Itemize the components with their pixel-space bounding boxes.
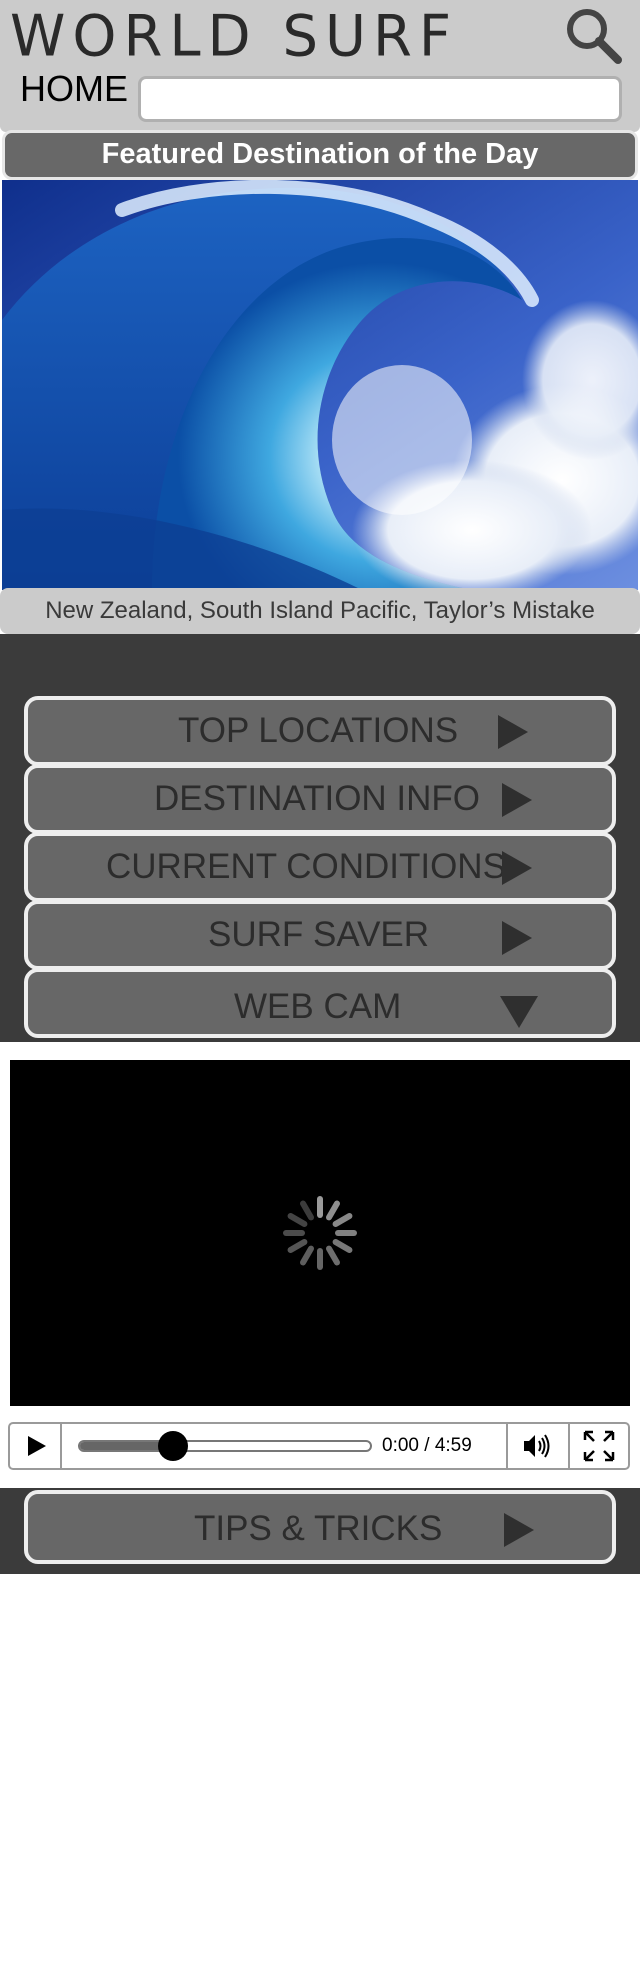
arrow-right-icon [498,715,528,749]
play-button[interactable] [10,1424,62,1468]
menu-label: WEB CAM [234,987,402,1026]
menu-label: TIPS & TRICKS [194,1509,443,1548]
menu-label: CURRENT CONDITIONS [106,847,506,886]
fullscreen-icon [583,1430,615,1462]
featured-title: Featured Destination of the Day [2,130,638,180]
menu-web-cam[interactable]: WEB CAM [24,968,616,1038]
volume-button[interactable] [506,1424,570,1468]
fullscreen-button[interactable] [570,1424,628,1468]
search-icon[interactable] [564,6,622,64]
arrow-down-icon [500,996,538,1028]
video-controls: 0:00 / 4:59 [8,1422,630,1470]
arrow-right-icon [504,1513,534,1547]
time-display: 0:00 / 4:59 [382,1435,472,1456]
header: WORLD SURF HOME [0,0,640,132]
menu-label: TOP LOCATIONS [178,711,459,750]
search-input[interactable] [138,76,622,122]
site-logo: WORLD SURF [10,3,459,70]
home-link[interactable]: HOME [20,68,128,110]
arrow-right-icon [502,783,532,817]
featured-image[interactable] [2,180,638,590]
menu-top-locations[interactable]: TOP LOCATIONS [24,696,616,766]
menu-current-conditions[interactable]: CURRENT CONDITIONS [24,832,616,902]
wave-illustration [2,180,638,590]
menu-surf-saver[interactable]: SURF SAVER [24,900,616,970]
seek-handle[interactable] [157,1431,188,1461]
menu-panel: TOP LOCATIONS DESTINATION INFO CURRENT C… [0,634,640,1042]
webcam-video[interactable] [10,1060,630,1406]
volume-icon [524,1434,550,1458]
destination-caption: New Zealand, South Island Pacific, Taylo… [0,588,640,634]
seek-bar[interactable] [78,1431,372,1461]
arrow-right-icon [502,851,532,885]
play-icon [28,1436,46,1456]
loading-spinner-icon [283,1196,357,1270]
menu-label: DESTINATION INFO [154,779,481,818]
arrow-right-icon [502,921,532,955]
tips-panel: TIPS & TRICKS [0,1488,640,1574]
menu-label: SURF SAVER [208,915,430,954]
menu-destination-info[interactable]: DESTINATION INFO [24,764,616,834]
menu-tips-tricks[interactable]: TIPS & TRICKS [24,1490,616,1564]
